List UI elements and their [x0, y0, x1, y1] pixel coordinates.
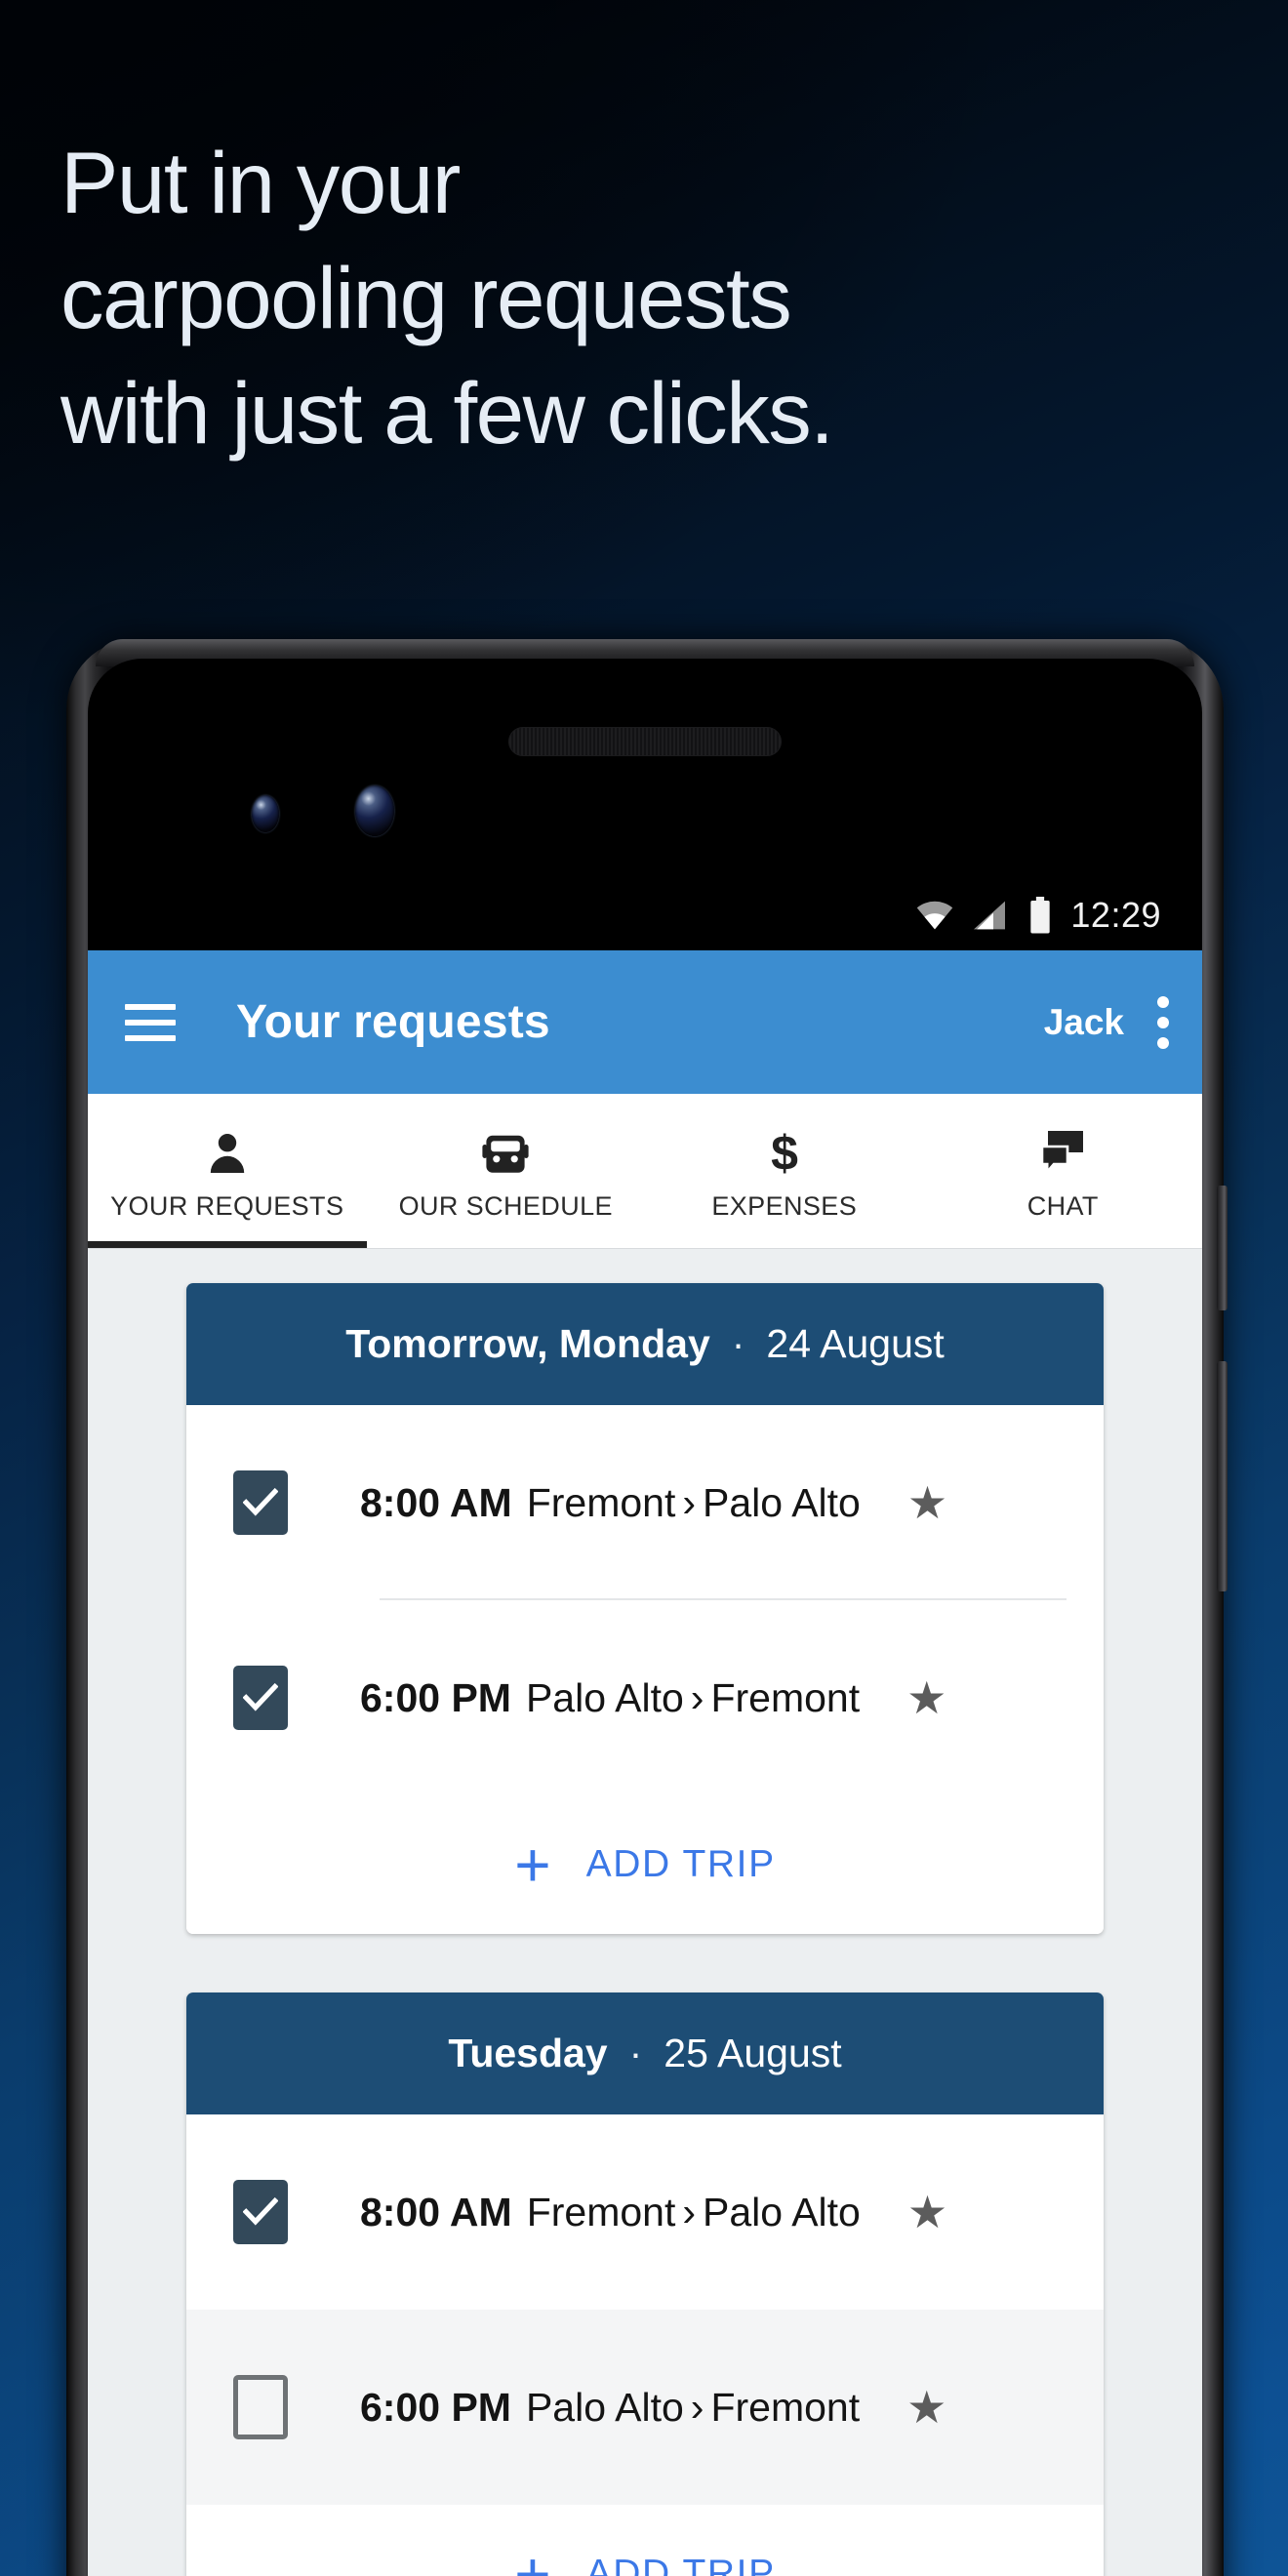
tab-your-requests[interactable]: YOUR REQUESTS [88, 1094, 367, 1248]
app-bar: Your requests Jack [88, 950, 1202, 1094]
day-date: 25 August [664, 2031, 842, 2075]
tab-bar: YOUR REQUESTS OUR SCHEDULE $ EXPENSES CH… [88, 1094, 1202, 1249]
car-icon [478, 1121, 533, 1178]
tab-label: CHAT [1026, 1190, 1099, 1221]
page-title: Your requests [236, 996, 550, 1048]
tab-label: EXPENSES [711, 1190, 858, 1221]
trip-text: 6:00 PM Palo Alto › Fremont [360, 1675, 860, 1721]
day-card: Tomorrow, Monday · 24 August 8:00 AM Fre… [186, 1283, 1104, 1934]
headline-line-2: carpooling requests [60, 249, 792, 346]
table-row[interactable]: 8:00 AM Fremont › Palo Alto ★ [186, 2114, 1104, 2310]
day-name: Tuesday [448, 2031, 608, 2075]
tab-expenses[interactable]: $ EXPENSES [645, 1094, 924, 1248]
day-card-header: Tomorrow, Monday · 24 August [186, 1283, 1104, 1405]
day-separator: · [628, 2031, 643, 2075]
chat-icon [1038, 1121, 1087, 1178]
promo-headline: Put in your carpooling requests with jus… [60, 125, 1241, 470]
star-icon[interactable]: ★ [907, 1480, 947, 1525]
chevron-right-icon: › [682, 1479, 697, 1525]
trip-checkbox[interactable] [233, 1470, 288, 1535]
trip-checkbox[interactable] [233, 1666, 288, 1730]
star-icon[interactable]: ★ [906, 2385, 946, 2430]
day-separator: · [731, 1321, 745, 1366]
dollar-icon: $ [766, 1121, 803, 1178]
star-icon[interactable]: ★ [906, 1675, 946, 1720]
cell-signal-icon [971, 900, 1008, 931]
trip-origin: Fremont [526, 1479, 676, 1525]
tab-label: OUR SCHEDULE [398, 1190, 613, 1221]
day-card: Tuesday · 25 August 8:00 AM Fremont › Palo… [186, 1992, 1104, 2576]
hamburger-menu-icon[interactable] [125, 1003, 176, 1041]
app-screen: 12:29 Your requests Jack YOUR REQUESTS O… [88, 879, 1202, 2576]
trip-text: 8:00 AM Fremont › Palo Alto [360, 1480, 861, 1526]
trip-text: 6:00 PM Palo Alto › Fremont [360, 2385, 860, 2431]
trip-time: 8:00 AM [360, 2189, 512, 2234]
trip-time: 6:00 PM [360, 2384, 511, 2430]
plus-icon: + [514, 1829, 551, 1900]
trip-route: Fremont › Palo Alto [527, 2190, 861, 2235]
phone-mockup: 12:29 Your requests Jack YOUR REQUESTS O… [66, 639, 1228, 2576]
requests-list: Tomorrow, Monday · 24 August 8:00 AM Fre… [88, 1249, 1202, 2576]
day-name: Tomorrow, Monday [345, 1321, 710, 1366]
add-trip-label: ADD TRIP [585, 2553, 776, 2576]
status-bar: 12:29 [88, 879, 1202, 950]
person-icon [204, 1121, 251, 1178]
trip-text: 8:00 AM Fremont › Palo Alto [360, 2190, 861, 2235]
tab-label: YOUR REQUESTS [110, 1190, 344, 1221]
earpiece-speaker-icon [508, 727, 782, 756]
front-camera-icon [355, 785, 394, 836]
table-row[interactable]: 6:00 PM Palo Alto › Fremont ★ [186, 1600, 1104, 1795]
trip-origin: Fremont [526, 2189, 676, 2234]
day-date: 24 August [766, 1321, 945, 1366]
table-row[interactable]: 6:00 PM Palo Alto › Fremont ★ [186, 2310, 1104, 2505]
trip-origin: Palo Alto [525, 1674, 684, 1720]
wifi-icon [915, 900, 954, 931]
headline-line-3: with just a few clicks. [60, 364, 834, 462]
plus-icon: + [514, 2538, 551, 2576]
trip-destination: Fremont [710, 1674, 861, 1720]
overflow-menu-icon[interactable] [1157, 995, 1169, 1049]
power-button[interactable] [1217, 1186, 1228, 1310]
status-time: 12:29 [1070, 894, 1161, 935]
chevron-right-icon: › [682, 2189, 697, 2234]
trip-destination: Fremont [710, 2384, 861, 2430]
volume-button[interactable] [1217, 1361, 1228, 1591]
sensor-icon [252, 795, 279, 832]
add-trip-label: ADD TRIP [585, 1843, 776, 1885]
current-user-label[interactable]: Jack [1044, 1002, 1124, 1043]
trip-route: Palo Alto › Fremont [526, 1675, 860, 1721]
table-row[interactable]: 8:00 AM Fremont › Palo Alto ★ [186, 1405, 1104, 1600]
battery-full-icon [1027, 896, 1053, 934]
add-trip-button[interactable]: + ADD TRIP [186, 1795, 1104, 1934]
trip-origin: Palo Alto [525, 2384, 684, 2430]
star-icon[interactable]: ★ [907, 2190, 947, 2234]
trip-checkbox[interactable] [233, 2375, 288, 2439]
add-trip-button[interactable]: + ADD TRIP [186, 2505, 1104, 2576]
tab-our-schedule[interactable]: OUR SCHEDULE [367, 1094, 646, 1248]
trip-destination: Palo Alto [703, 1479, 861, 1525]
trip-route: Fremont › Palo Alto [527, 1480, 861, 1526]
tab-chat[interactable]: CHAT [924, 1094, 1203, 1248]
trip-destination: Palo Alto [703, 2189, 861, 2234]
chevron-right-icon: › [690, 1674, 704, 1720]
svg-text:$: $ [771, 1127, 798, 1178]
trip-time: 6:00 PM [360, 1674, 511, 1720]
trip-route: Palo Alto › Fremont [526, 2385, 860, 2431]
headline-line-1: Put in your [60, 134, 461, 231]
day-card-header: Tuesday · 25 August [186, 1992, 1104, 2114]
trip-checkbox[interactable] [233, 2180, 288, 2244]
trip-time: 8:00 AM [360, 1479, 512, 1525]
chevron-right-icon: › [690, 2384, 704, 2430]
